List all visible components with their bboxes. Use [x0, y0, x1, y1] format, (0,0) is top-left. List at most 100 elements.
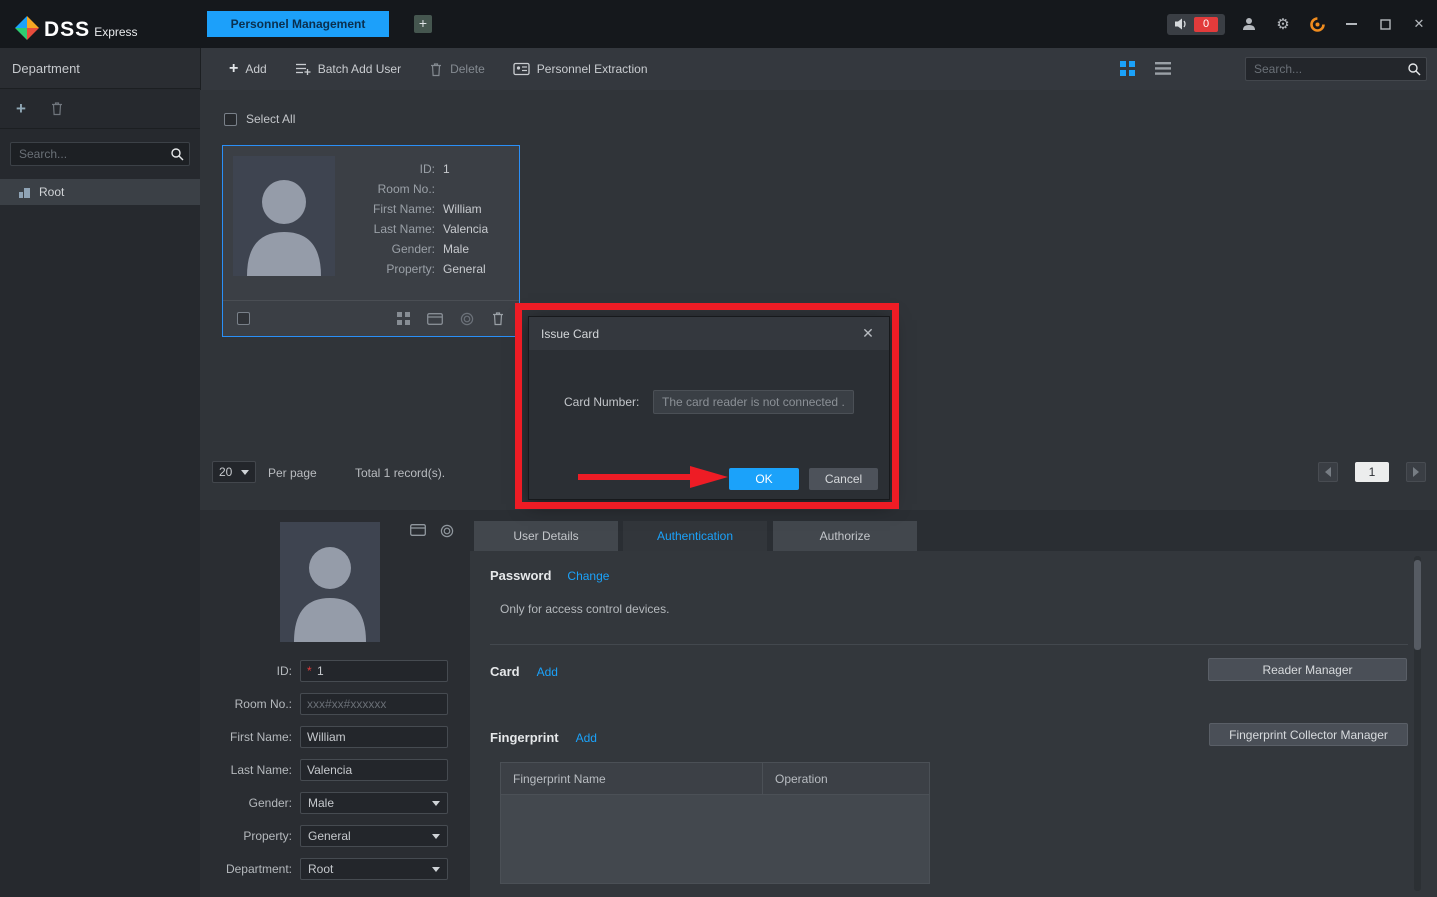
reader-manager-button[interactable]: Reader Manager [1208, 658, 1407, 681]
title-bar: DSS Express Personnel Management + 0 ⚙ [0, 0, 1437, 48]
dialog-close-icon[interactable]: ✕ [859, 325, 877, 343]
field-value: General [443, 262, 486, 276]
select-all-checkbox[interactable] [224, 113, 237, 126]
person-select-checkbox[interactable] [237, 312, 250, 325]
gender-select[interactable]: Male [300, 792, 448, 814]
sidebar-title: Department [0, 48, 200, 89]
tab-personnel-management[interactable]: Personnel Management [207, 11, 389, 37]
minimize-button[interactable] [1341, 14, 1361, 34]
close-button[interactable]: ✕ [1409, 14, 1429, 34]
room-field[interactable] [300, 693, 448, 715]
department-label: Department: [200, 862, 292, 876]
id-label: ID: [200, 664, 292, 678]
user-account-icon[interactable] [1239, 14, 1259, 34]
fingerprint-icon[interactable] [460, 312, 474, 326]
id-card-icon [513, 62, 530, 76]
property-label: Property: [200, 829, 292, 843]
cancel-button[interactable]: Cancel [809, 468, 878, 490]
view-toggle [1120, 61, 1171, 76]
fingerprint-collector-manager-button[interactable]: Fingerprint Collector Manager [1209, 723, 1408, 746]
add-department-icon[interactable]: + [16, 99, 26, 119]
fingerprint-table: Fingerprint Name Operation [500, 762, 930, 884]
sidebar-item-root[interactable]: Root [0, 179, 200, 205]
personnel-search [1245, 57, 1427, 81]
total-records-label: Total 1 record(s). [355, 466, 445, 480]
tab-authentication[interactable]: Authentication [623, 521, 767, 551]
issue-card-dialog: Issue Card ✕ Card Number: OK Cancel [528, 316, 890, 500]
detail-tabstrip: User Details Authentication Authorize [470, 510, 1437, 551]
personnel-extraction-button[interactable]: Personnel Extraction [513, 62, 648, 76]
chevron-down-icon [241, 470, 249, 475]
add-fingerprint-link[interactable]: Add [576, 731, 597, 745]
fingerprint-icon[interactable] [440, 524, 454, 538]
person-card-footer [223, 300, 519, 336]
first-name-label: First Name: [200, 730, 292, 744]
personnel-search-input[interactable] [1245, 57, 1427, 81]
add-card-link[interactable]: Add [537, 665, 558, 679]
field-label: First Name: [341, 202, 435, 216]
brand-status-icon[interactable] [1307, 14, 1327, 34]
trash-icon [429, 62, 443, 77]
id-field[interactable] [300, 660, 448, 682]
scrollbar-thumb[interactable] [1414, 560, 1421, 650]
password-note: Only for access control devices. [500, 602, 669, 616]
card-number-label: Card Number: [564, 395, 639, 409]
dialog-titlebar: Issue Card ✕ [529, 317, 889, 350]
issue-card-icon[interactable] [410, 524, 426, 536]
detail-grid-icon[interactable] [397, 312, 410, 325]
maximize-button[interactable] [1375, 14, 1395, 34]
department-search-input[interactable] [10, 142, 190, 166]
plus-icon: + [229, 63, 238, 75]
property-select[interactable]: General [300, 825, 448, 847]
fingerprint-table-body [500, 795, 930, 884]
grid-view-icon[interactable] [1120, 61, 1135, 76]
department-select[interactable]: Root [300, 858, 448, 880]
password-section-title: Password [490, 568, 551, 583]
field-label: Room No.: [341, 182, 435, 196]
change-password-link[interactable]: Change [567, 569, 609, 583]
add-tab-button[interactable]: + [414, 15, 432, 33]
tab-authorize[interactable]: Authorize [773, 521, 917, 551]
field-value: Male [443, 242, 469, 256]
field-label: Gender: [341, 242, 435, 256]
delete-department-icon[interactable] [50, 101, 64, 116]
department-search [10, 142, 190, 166]
settings-gear-icon[interactable]: ⚙ [1273, 14, 1293, 34]
person-card-info: ID:1 Room No.: First Name:William Last N… [341, 159, 513, 279]
chevron-down-icon [432, 867, 440, 872]
tab-user-details[interactable]: User Details [474, 521, 618, 551]
personnel-toolbar: + Add Batch Add User Delete Personnel Ex… [200, 48, 1437, 90]
delete-person-button[interactable]: Delete [429, 62, 485, 77]
delete-person-icon[interactable] [491, 311, 505, 326]
per-page-label: Per page [268, 466, 317, 480]
dss-express-window: DSS Express Personnel Management + 0 ⚙ [0, 0, 1437, 897]
app-logo: DSS Express [14, 10, 138, 42]
person-card[interactable]: ID:1 Room No.: First Name:William Last N… [222, 145, 520, 337]
next-page-button[interactable] [1406, 462, 1426, 482]
prev-page-button[interactable] [1318, 462, 1338, 482]
alarm-count-badge: 0 [1194, 17, 1218, 32]
last-name-field[interactable] [300, 759, 448, 781]
person-photo [233, 156, 335, 276]
current-page-box[interactable]: 1 [1355, 462, 1389, 482]
logo-text-express: Express [94, 25, 137, 39]
last-name-label: Last Name: [200, 763, 292, 777]
batch-add-user-button[interactable]: Batch Add User [295, 62, 401, 76]
chevron-down-icon [432, 834, 440, 839]
first-name-field[interactable] [300, 726, 448, 748]
root-label: Root [39, 185, 64, 199]
select-all-row: Select All [224, 112, 295, 126]
per-page-select[interactable]: 20 [212, 461, 256, 483]
card-number-input[interactable] [653, 390, 854, 414]
field-value: Valencia [443, 222, 488, 236]
ok-button[interactable]: OK [729, 468, 799, 490]
alarm-center[interactable]: 0 [1167, 14, 1225, 35]
room-label: Room No.: [200, 697, 292, 711]
list-view-icon[interactable] [1155, 62, 1171, 75]
add-person-button[interactable]: + Add [229, 62, 267, 76]
issue-card-icon[interactable] [427, 313, 443, 325]
person-detail-panel: ID: * Room No.: First Name: Last Name: G… [200, 510, 470, 897]
batch-add-icon [295, 62, 311, 76]
dss-logo-icon [14, 15, 40, 41]
vertical-scrollbar[interactable] [1414, 556, 1421, 891]
